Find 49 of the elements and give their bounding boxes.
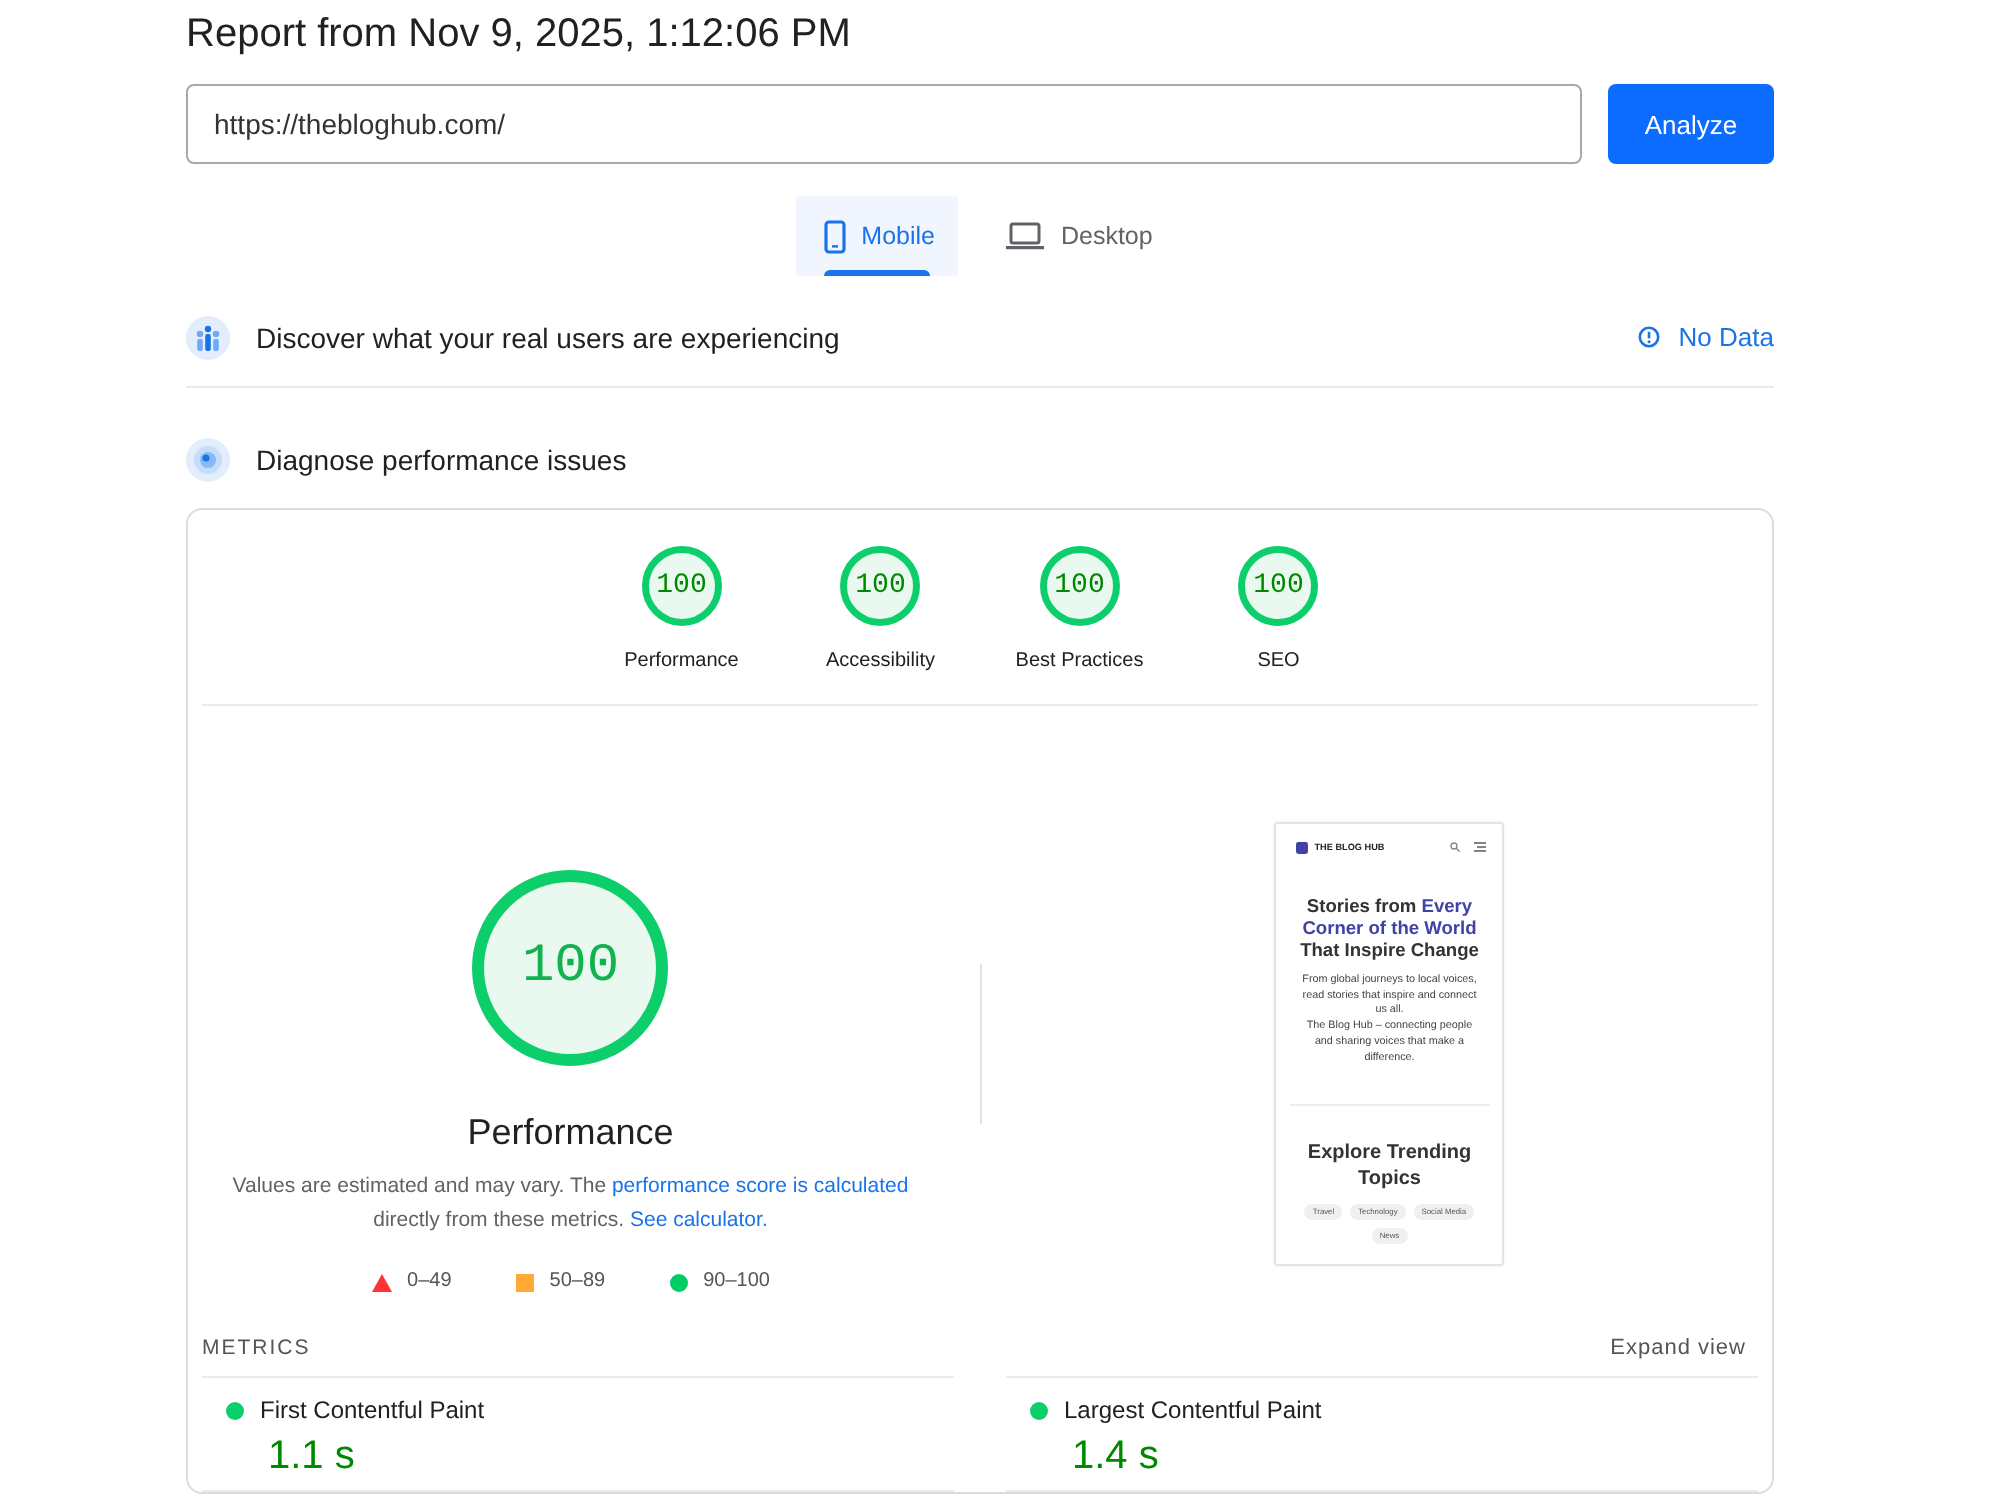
report-title: Report from Nov 9, 2025, 1:12:06 PM	[186, 10, 851, 60]
score-gauge	[840, 546, 921, 626]
category-label: SEO	[1257, 650, 1300, 674]
circle-icon	[669, 1273, 688, 1291]
phone-icon	[823, 219, 846, 253]
menu-icon	[1474, 842, 1487, 852]
analyze-button[interactable]: Analyze	[1608, 84, 1774, 164]
metrics-heading: METRICS	[202, 1336, 311, 1360]
url-field[interactable]: https://thebloghub.com/	[186, 84, 1582, 164]
device-tab[interactable]: Desktop	[978, 196, 1177, 276]
metric-value: 1.1 s	[268, 1432, 355, 1480]
section-title: Diagnose performance issues	[256, 444, 627, 476]
metric-value: 1.4 s	[1072, 1432, 1159, 1480]
legend-range: 90–100	[703, 1268, 770, 1296]
score-value: 100	[521, 941, 620, 995]
info-icon	[1638, 326, 1661, 348]
gauge-title: Performance	[467, 1110, 674, 1154]
topics-heading: Explore Trending Topics	[1305, 1140, 1474, 1193]
score-value: 100	[656, 572, 707, 600]
category-label: Best Practices	[1015, 650, 1144, 674]
triangle-icon	[371, 1273, 392, 1291]
category-label: Accessibility	[826, 650, 935, 674]
device-tab[interactable]: Mobile	[795, 196, 959, 276]
square-icon	[515, 1273, 534, 1291]
target-icon	[186, 438, 230, 482]
score-gauge	[1039, 546, 1120, 626]
search-icon	[1450, 842, 1461, 852]
expand-view-link[interactable]: Expand view	[1610, 1336, 1746, 1360]
inline-link[interactable]: performance score is calculated	[611, 1174, 909, 1198]
metric-label: First Contentful Paint	[260, 1396, 485, 1424]
status-label: No Data	[1678, 322, 1774, 352]
score-value: 100	[1253, 572, 1304, 600]
legend-range: 50–89	[549, 1268, 606, 1296]
score-gauge	[1238, 546, 1319, 626]
people-chart-icon	[186, 315, 230, 359]
status-dot-icon	[1030, 1401, 1048, 1419]
score-value: 100	[1054, 572, 1105, 600]
score-gauge	[641, 546, 722, 626]
status-dot-icon	[226, 1401, 244, 1419]
legend-range: 0–49	[407, 1268, 452, 1296]
inline-link[interactable]: See calculator.	[629, 1208, 768, 1232]
score-value: 100	[855, 572, 906, 600]
laptop-icon	[1006, 222, 1045, 250]
score-note: Values are estimated and may vary. The performance score is calculated directly from these metrics. See calculator.	[230, 1172, 911, 1236]
category-label: Performance	[624, 650, 739, 674]
section-title: Discover what your real users are experiencing	[256, 321, 840, 353]
logo-icon	[1296, 841, 1309, 853]
hero-heading: Stories from Every Corner of the World That Inspire Change	[1298, 896, 1481, 962]
metric-label: Largest Contentful Paint	[1064, 1396, 1322, 1424]
